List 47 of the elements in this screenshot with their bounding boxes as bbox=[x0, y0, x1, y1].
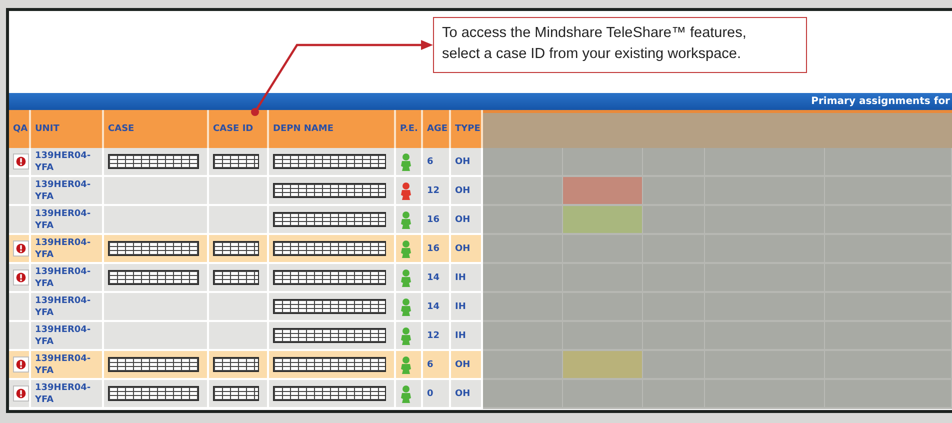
alert-icon[interactable] bbox=[13, 385, 29, 402]
age-value: 0 bbox=[427, 388, 434, 398]
type-value: IH bbox=[455, 330, 466, 340]
type-value: IH bbox=[455, 272, 466, 282]
callout-text: To access the Mindshare TeleShare™ features, select a case ID from your existing workspace. bbox=[433, 17, 807, 73]
unit-link[interactable]: 139HER04-YFA bbox=[35, 150, 89, 174]
redacted-field[interactable] bbox=[213, 357, 259, 372]
column-header: P.E. bbox=[396, 110, 423, 148]
age-value: 12 bbox=[427, 330, 440, 340]
redacted-field[interactable] bbox=[213, 386, 259, 401]
type-value: OH bbox=[455, 244, 470, 254]
unit-link[interactable]: 139HER04-YFA bbox=[35, 294, 89, 318]
alert-icon[interactable] bbox=[13, 269, 29, 286]
age-value: 12 bbox=[427, 186, 440, 196]
alert-icon[interactable] bbox=[13, 153, 29, 170]
unit-link[interactable]: 139HER04-YFA bbox=[35, 208, 89, 232]
column-header: QA bbox=[9, 110, 31, 148]
unit-link[interactable]: 139HER04-YFA bbox=[35, 236, 89, 260]
unit-link[interactable]: 139HER04-YFA bbox=[35, 178, 89, 202]
column-header: UNIT bbox=[31, 110, 104, 148]
unit-link[interactable]: 139HER04-YFA bbox=[35, 324, 89, 348]
type-value: OH bbox=[455, 360, 470, 370]
type-value: OH bbox=[455, 156, 470, 166]
alert-icon[interactable] bbox=[13, 356, 29, 373]
type-value: IH bbox=[455, 302, 466, 312]
age-value: 14 bbox=[427, 302, 440, 312]
column-header: DEPN NAME bbox=[269, 110, 396, 148]
type-value: OH bbox=[455, 214, 470, 224]
type-value: OH bbox=[455, 388, 470, 398]
age-value: 16 bbox=[427, 244, 440, 254]
age-value: 14 bbox=[427, 272, 440, 282]
column-header: AGE bbox=[423, 110, 451, 148]
column-header: CASE bbox=[104, 110, 209, 148]
redacted-field[interactable] bbox=[213, 241, 259, 256]
unit-link[interactable]: 139HER04-YFA bbox=[35, 352, 89, 376]
age-value: 6 bbox=[427, 360, 434, 370]
column-header: CASE ID bbox=[209, 110, 269, 148]
unit-link[interactable]: 139HER04-YFA bbox=[35, 266, 89, 290]
age-value: 16 bbox=[427, 214, 440, 224]
age-value: 6 bbox=[427, 156, 434, 166]
alert-icon[interactable] bbox=[13, 240, 29, 257]
type-value: OH bbox=[455, 186, 470, 196]
column-header: TYPE bbox=[451, 110, 483, 148]
unit-link[interactable]: 139HER04-YFA bbox=[35, 382, 89, 406]
banner-title: Primary assignments for bbox=[811, 96, 951, 107]
redacted-field[interactable] bbox=[213, 270, 259, 285]
redacted-field[interactable] bbox=[213, 154, 259, 169]
